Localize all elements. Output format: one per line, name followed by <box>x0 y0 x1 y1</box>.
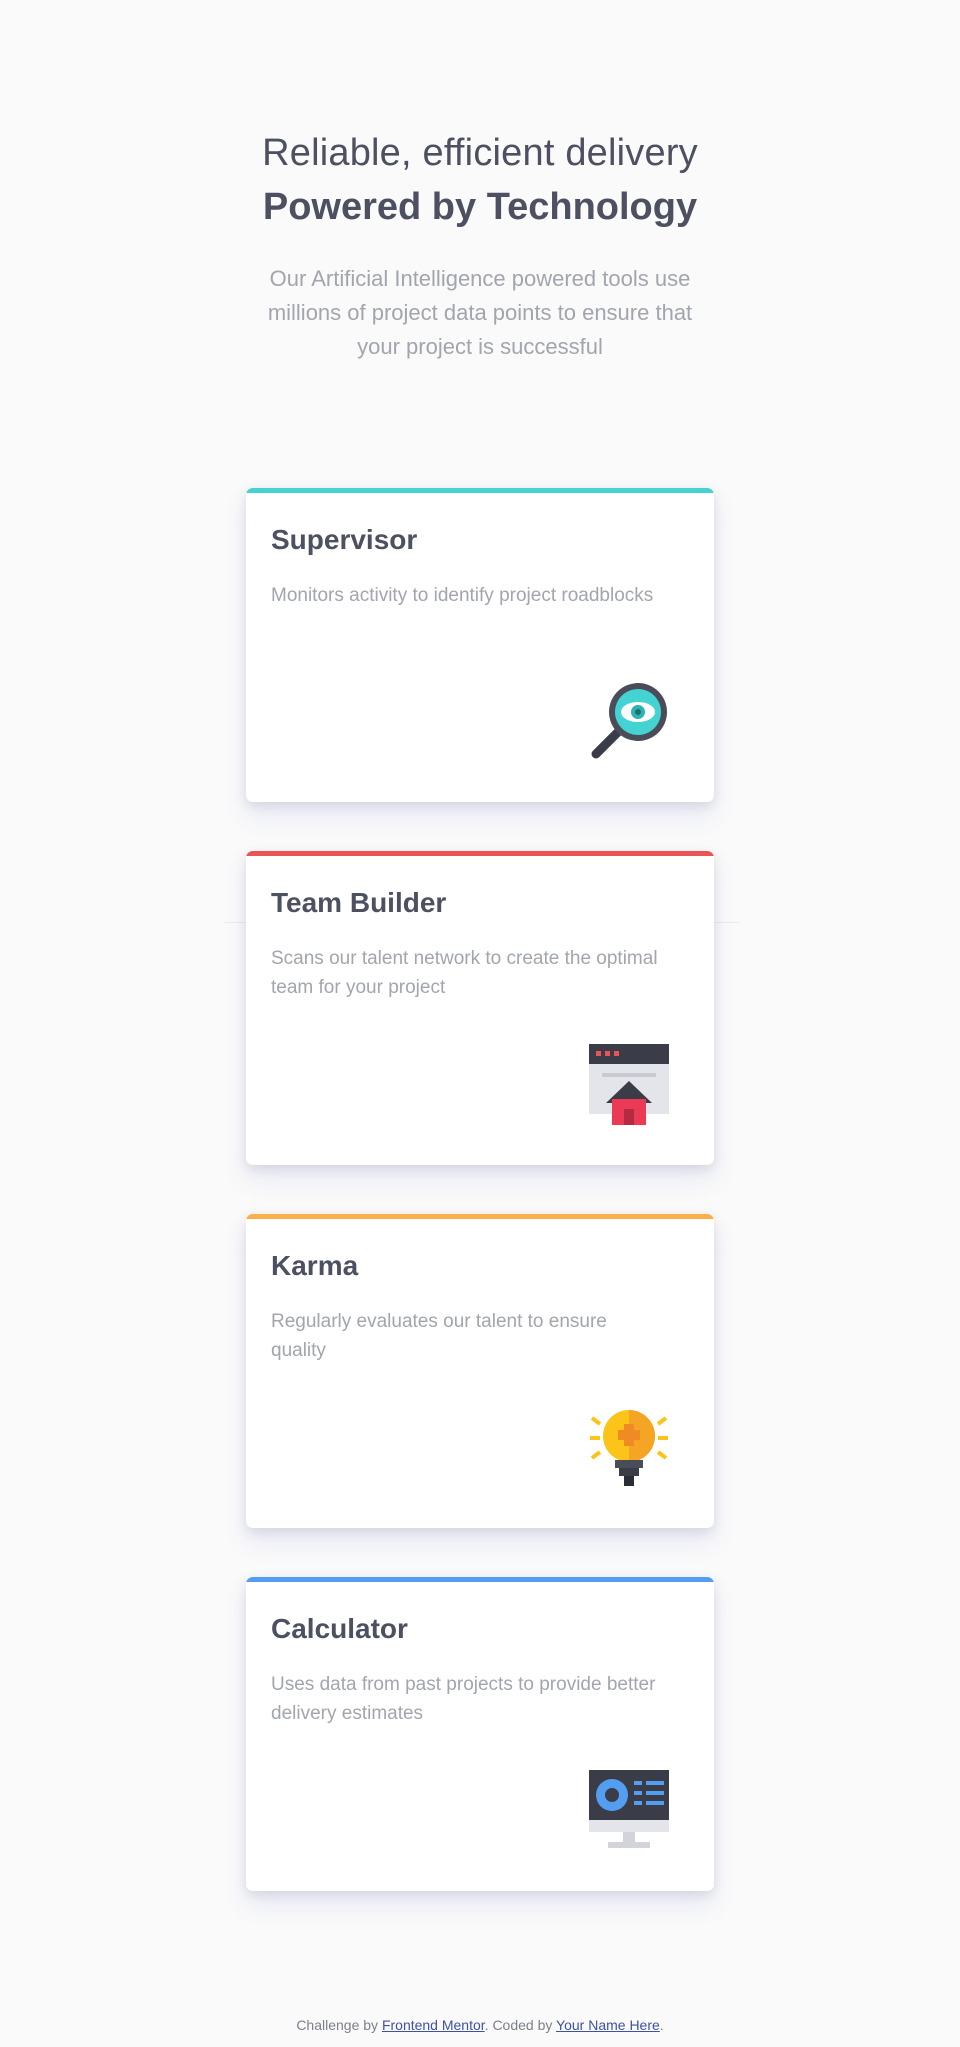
footer-middle: . Coded by <box>484 2017 557 2033</box>
card-calculator: Calculator Uses data from past projects … <box>246 1577 714 1891</box>
card-description: Scans our talent network to create the o… <box>271 948 658 998</box>
magnifier-eye-icon <box>588 680 670 762</box>
card-team-builder: Team Builder Scans our talent network to… <box>246 851 714 1165</box>
headline-bold: Powered by Technology <box>262 186 698 228</box>
card-description: Monitors activity to identify project ro… <box>271 585 654 606</box>
lightbulb-icon <box>588 1406 670 1488</box>
card-title: Karma <box>271 1250 359 1281</box>
card-title: Supervisor <box>271 524 418 555</box>
card-description: Regularly evaluates our talent to ensure… <box>271 1311 607 1361</box>
header-section: Reliable, efficient delivery Powered by … <box>0 128 960 364</box>
card-accent <box>246 1214 714 1219</box>
intro-text: Our Artificial Intelligence powered tool… <box>267 266 693 359</box>
card-title: Team Builder <box>271 887 447 918</box>
card-supervisor: Supervisor Monitors activity to identify… <box>246 488 714 802</box>
author-link[interactable]: Your Name Here <box>556 2017 660 2033</box>
footer-attribution: Challenge by Frontend Mentor. Coded by Y… <box>0 2017 960 2033</box>
feature-cards: Supervisor Monitors activity to identify… <box>246 488 714 1940</box>
footer-prefix: Challenge by <box>296 2017 382 2033</box>
card-accent <box>246 851 714 856</box>
footer-suffix: . <box>659 2017 664 2033</box>
frontend-mentor-link[interactable]: Frontend Mentor <box>382 2017 485 2033</box>
monitor-chart-icon <box>588 1769 670 1851</box>
card-description: Uses data from past projects to provide … <box>271 1674 656 1724</box>
card-accent <box>246 1577 714 1582</box>
card-title: Calculator <box>271 1613 408 1644</box>
headline-light: Reliable, efficient delivery <box>262 132 698 174</box>
card-karma: Karma Regularly evaluates our talent to … <box>246 1214 714 1528</box>
browser-house-icon <box>588 1043 670 1125</box>
card-accent <box>246 488 714 493</box>
